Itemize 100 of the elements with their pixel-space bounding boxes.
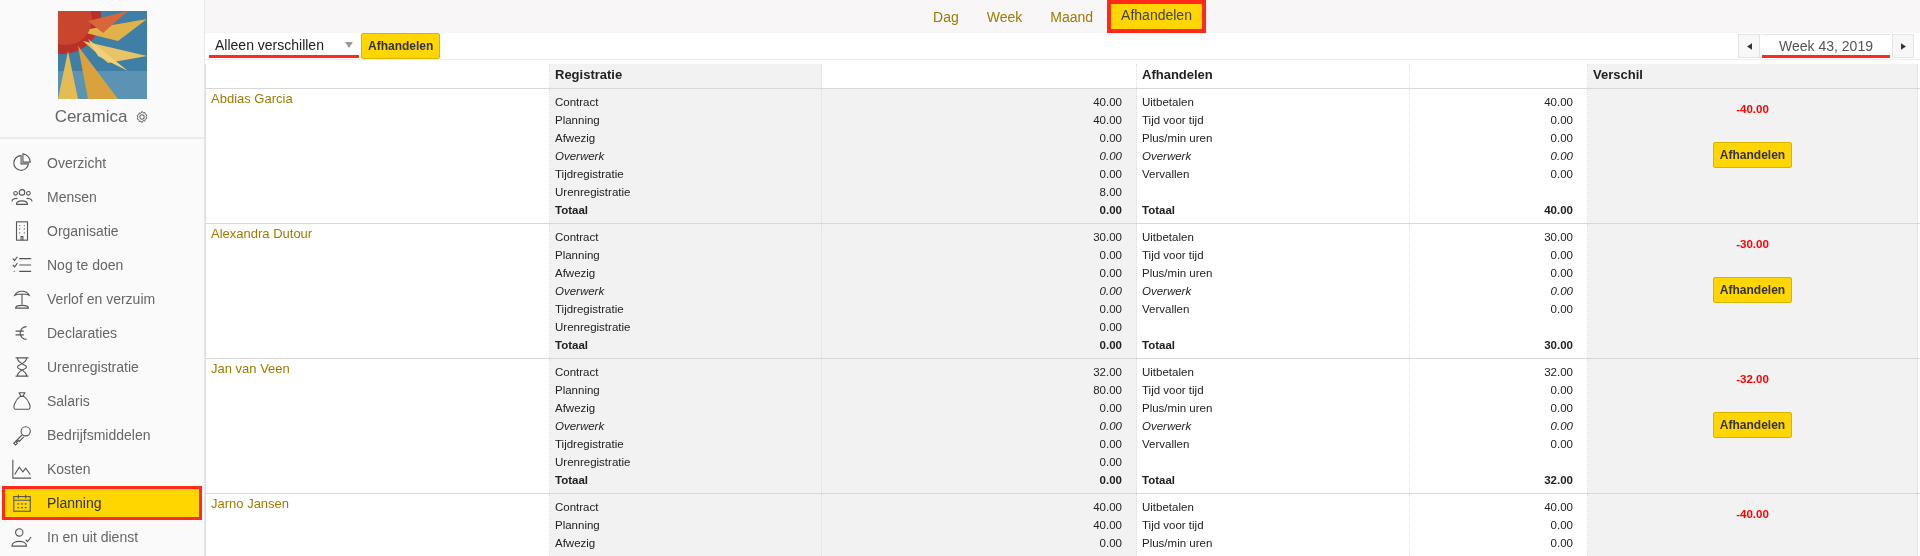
total-value: 40.00: [1543, 203, 1573, 218]
sidebar-item[interactable]: Kosten: [2, 452, 202, 486]
row-label: Contract: [555, 365, 600, 380]
difference-value: -40.00: [1736, 508, 1769, 520]
chart-icon: [11, 458, 33, 480]
employee-link[interactable]: Jan van Veen: [211, 361, 290, 376]
column-header: Afhandelen: [1142, 66, 1213, 82]
row-label: Overwerk: [555, 419, 606, 434]
total-value: 0.00: [1098, 338, 1122, 353]
row-label: Uitbetalen: [1142, 500, 1195, 515]
row-label: Contract: [555, 95, 600, 110]
row-label: Plus/min uren: [1142, 536, 1214, 551]
row-label: Urenregistratie: [555, 320, 632, 335]
row-value: 0.00: [1549, 167, 1573, 182]
row-label: Urenregistratie: [555, 455, 632, 470]
sidebar-item[interactable]: Urenregistratie: [2, 350, 202, 384]
view-tab[interactable]: Week: [972, 2, 1037, 31]
total-value: 32.00: [1543, 473, 1573, 488]
row-label: Tijd voor tijd: [1142, 383, 1205, 398]
sidebar-item[interactable]: Bedrijfsmiddelen: [2, 418, 202, 452]
total-label: Totaal: [1142, 473, 1176, 488]
next-week-button[interactable]: [1892, 34, 1914, 58]
row-label: Uitbetalen: [1142, 230, 1195, 245]
column-header: Verschil: [1593, 66, 1643, 82]
row-label: Uitbetalen: [1142, 365, 1195, 380]
view-tab[interactable]: Maand: [1036, 2, 1108, 31]
row-label: Vervallen: [1142, 437, 1191, 452]
previous-week-button[interactable]: [1738, 34, 1760, 58]
row-label: Planning: [555, 113, 601, 128]
row-value: 0.00: [1549, 437, 1573, 452]
row-label: Tijdregistratie: [555, 437, 625, 452]
row-label: Afwezig: [555, 536, 597, 551]
sidebar-item[interactable]: In en uit dienst: [2, 520, 202, 554]
sidebar-item[interactable]: Salaris: [2, 384, 202, 418]
row-label: Planning: [555, 248, 601, 263]
row-value: 40.00: [1092, 518, 1122, 533]
total-label: Totaal: [1142, 338, 1176, 353]
settings-icon[interactable]: [135, 110, 150, 124]
row-value: 0.00: [1098, 284, 1122, 299]
row-label: Plus/min uren: [1142, 401, 1214, 416]
row-value: 80.00: [1092, 383, 1122, 398]
row-value: 0.00: [1098, 167, 1122, 182]
row-value: 0.00: [1549, 518, 1573, 533]
sidebar-item[interactable]: Mensen: [2, 180, 202, 214]
row-label: Overwerk: [555, 149, 606, 164]
sidebar-item[interactable]: Verlof en verzuim: [2, 282, 202, 316]
row-value: 0.00: [1098, 401, 1122, 416]
row-label: Tijdregistratie: [555, 167, 625, 182]
row-value: 0.00: [1098, 437, 1122, 452]
row-value: 0.00: [1549, 266, 1573, 281]
row-label: Contract: [555, 230, 600, 245]
row-label: Vervallen: [1142, 302, 1191, 317]
row-value: 40.00: [1543, 95, 1573, 110]
row-value: 30.00: [1543, 230, 1573, 245]
row-value: 40.00: [1092, 95, 1122, 110]
sidebar-item[interactable]: Planning: [2, 486, 202, 520]
row-value: 0.00: [1549, 302, 1573, 317]
row-value: 0.00: [1098, 320, 1122, 335]
sidebar-item[interactable]: Declaraties: [2, 316, 202, 350]
row-label: Vervallen: [1142, 167, 1191, 182]
calendar-icon: [11, 492, 33, 514]
afhandelen-button[interactable]: Afhandelen: [361, 33, 441, 59]
employee-link[interactable]: Jarno Jansen: [211, 496, 290, 511]
row-value: 0.00: [1549, 536, 1573, 551]
person-icon: [11, 526, 33, 548]
view-tab[interactable]: Dag: [919, 2, 973, 31]
employee-link[interactable]: Alexandra Dutour: [211, 226, 313, 241]
afhandelen-button[interactable]: Afhandelen: [1712, 412, 1793, 438]
row-label: Tijd voor tijd: [1142, 113, 1205, 128]
total-value: 0.00: [1098, 473, 1122, 488]
pie-icon: [11, 152, 33, 174]
row-value: 40.00: [1092, 113, 1122, 128]
row-value: 0.00: [1098, 536, 1122, 551]
total-label: Totaal: [555, 203, 589, 218]
caret-icon: [345, 41, 353, 48]
row-value: 0.00: [1549, 419, 1573, 434]
afhandelen-button[interactable]: Afhandelen: [1712, 142, 1793, 168]
row-label: Afwezig: [555, 401, 597, 416]
row-value: 8.00: [1098, 185, 1122, 200]
row-label: Plus/min uren: [1142, 131, 1214, 146]
row-value: 30.00: [1092, 230, 1122, 245]
row-label: Overwerk: [1142, 284, 1193, 299]
row-label: Urenregistratie: [555, 185, 632, 200]
total-value: 0.00: [1098, 203, 1122, 218]
sidebar-item[interactable]: Organisatie: [2, 214, 202, 248]
key-icon: [11, 424, 33, 446]
week-field[interactable]: Week 43, 2019: [1762, 34, 1890, 58]
row-value: 0.00: [1549, 401, 1573, 416]
row-label: Tijd voor tijd: [1142, 518, 1205, 533]
row-value: 40.00: [1092, 500, 1122, 515]
total-label: Totaal: [555, 338, 589, 353]
sidebar-item[interactable]: Overzicht: [2, 146, 202, 180]
view-tab[interactable]: Afhandelen: [1107, 0, 1206, 33]
row-value: 0.00: [1549, 248, 1573, 263]
afhandelen-button[interactable]: Afhandelen: [1712, 277, 1793, 303]
employee-link[interactable]: Abdias Garcia: [211, 91, 293, 106]
row-value: 32.00: [1543, 365, 1573, 380]
row-label: Overwerk: [1142, 149, 1193, 164]
company-name: Ceramica: [54, 107, 128, 127]
sidebar-item[interactable]: Nog te doen: [2, 248, 202, 282]
